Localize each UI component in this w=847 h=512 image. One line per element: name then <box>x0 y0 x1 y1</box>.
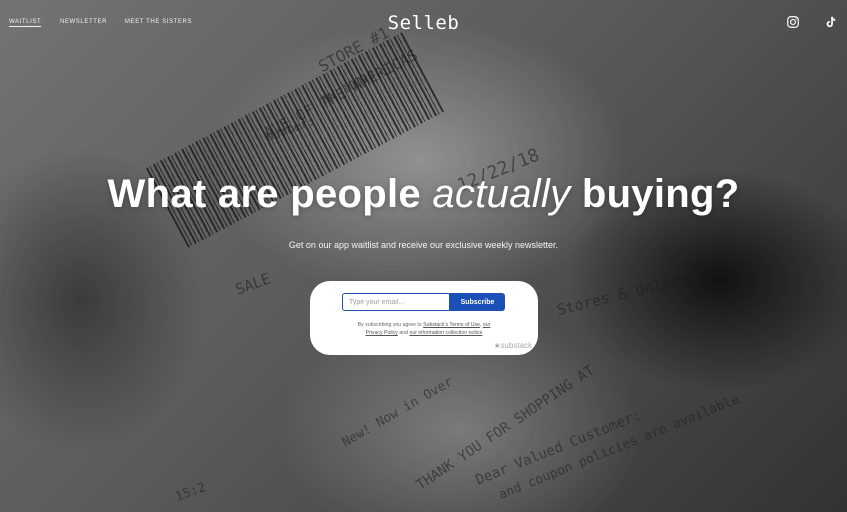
subscribe-button[interactable]: Subscribe <box>450 293 505 311</box>
terms-and: and <box>397 330 410 336</box>
instagram-icon[interactable] <box>786 15 800 29</box>
brand-logo[interactable]: Selleb <box>0 12 847 34</box>
headline-part: What are people <box>107 172 433 216</box>
hero-headline: What are people actually buying? <box>0 172 847 217</box>
substack-badge[interactable]: ▣substack <box>495 341 532 350</box>
terms-text: By subscribing you agree to Substack's T… <box>334 321 514 337</box>
top-nav: WAITLIST NEWSLETTER MEET THE SISTERS Sel… <box>0 0 847 44</box>
privacy-policy-link[interactable]: Privacy Policy <box>366 330 398 336</box>
headline-emphasis: actually <box>432 172 571 216</box>
privacy-link-our[interactable]: our <box>483 322 491 328</box>
collection-notice-link[interactable]: our information collection notice <box>409 330 482 336</box>
substack-label: substack <box>500 341 532 350</box>
hero-subheadline: Get on our app waitlist and receive our … <box>288 240 559 250</box>
substack-icon: ▣ <box>494 342 500 349</box>
background-overlay <box>0 0 847 512</box>
email-input[interactable] <box>342 293 450 311</box>
terms-of-use-link[interactable]: Substack's Terms of Use <box>423 322 480 328</box>
headline-part: buying? <box>570 172 740 216</box>
subscribe-card: Subscribe By subscribing you agree to Su… <box>310 281 538 355</box>
tiktok-icon[interactable] <box>823 15 837 29</box>
terms-prefix: By subscribing you agree to <box>357 322 424 328</box>
